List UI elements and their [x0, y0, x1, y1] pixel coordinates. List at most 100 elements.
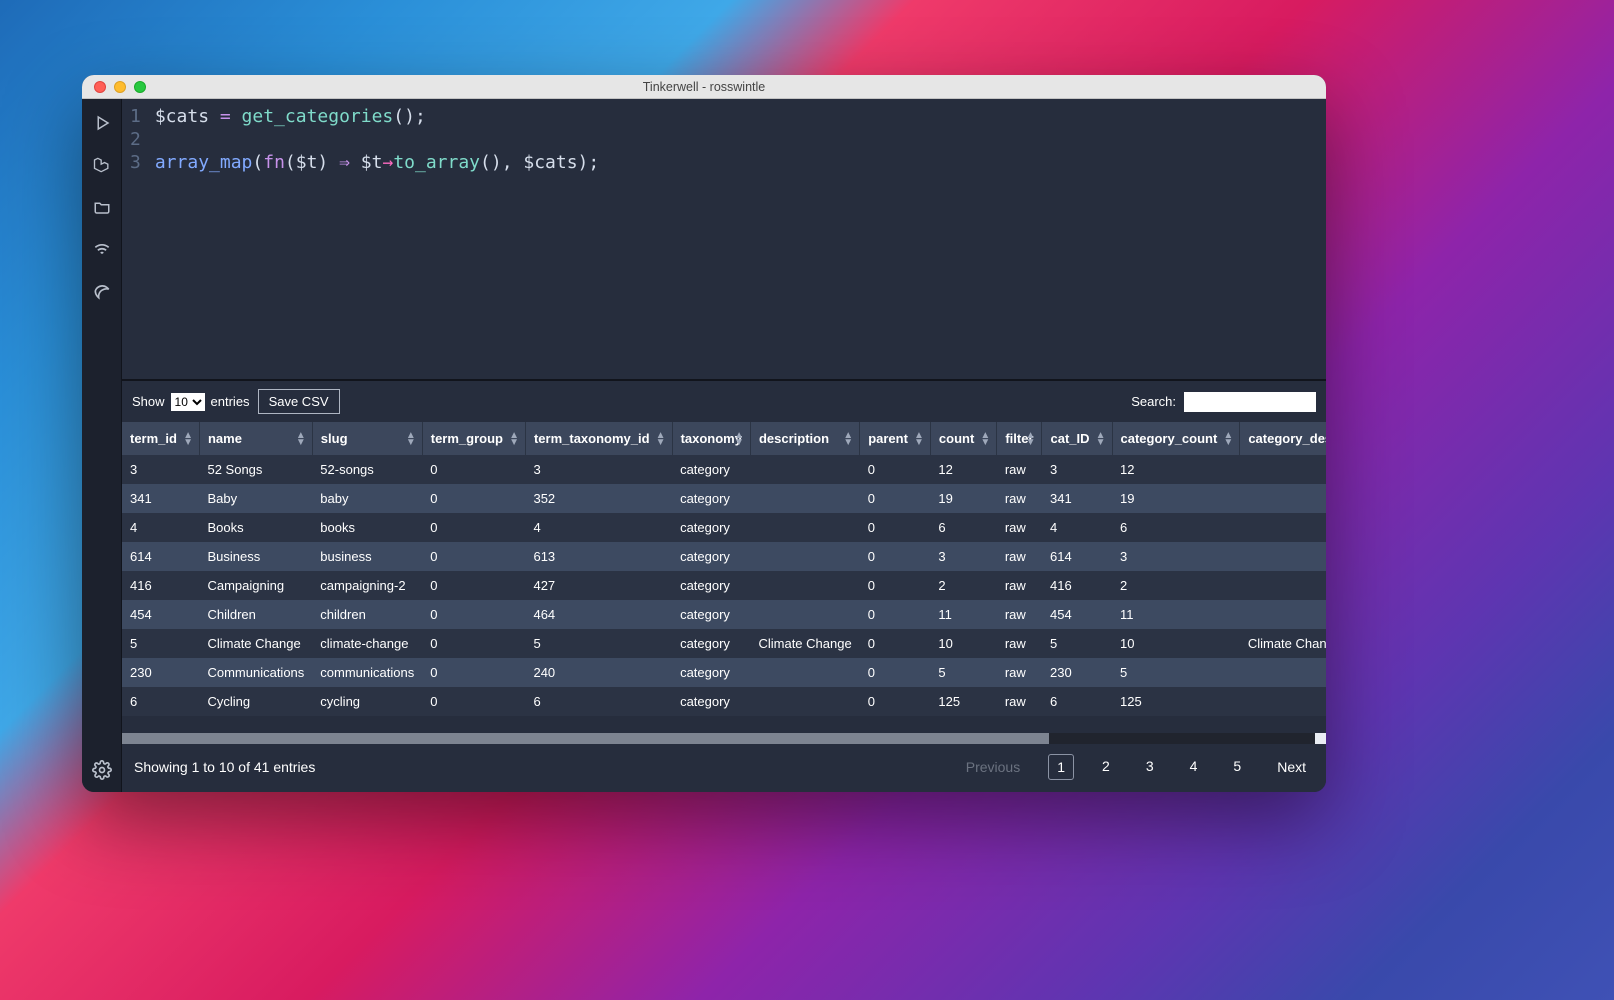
cell-description [750, 687, 859, 716]
cell-parent: 0 [860, 687, 931, 716]
cell-slug: communications [312, 658, 422, 687]
cell-cat_ID: 3 [1042, 455, 1112, 484]
table-row[interactable]: 352 Songs52-songs03category012raw312 [122, 455, 1326, 484]
cell-name: 52 Songs [199, 455, 312, 484]
cell-taxonomy: category [672, 513, 750, 542]
column-header-count[interactable]: count▲▼ [930, 422, 996, 455]
sort-icon: ▲▼ [734, 432, 744, 446]
cell-filter: raw [997, 513, 1042, 542]
cell-term_group: 0 [422, 484, 525, 513]
table-row[interactable]: 614Businessbusiness0613category03raw6143 [122, 542, 1326, 571]
data-table: term_id▲▼name▲▼slug▲▼term_group▲▼term_ta… [122, 422, 1326, 716]
cell-name: Children [199, 600, 312, 629]
settings-icon[interactable] [92, 760, 112, 780]
titlebar: Tinkerwell - rosswintle [82, 75, 1326, 99]
column-header-category_count[interactable]: category_count▲▼ [1112, 422, 1240, 455]
sort-icon: ▲▼ [183, 432, 193, 446]
code-editor[interactable]: 1 2 3 $cats = get_categories(); array_ma… [122, 99, 1326, 379]
sidebar [82, 99, 122, 792]
laravel-icon[interactable] [92, 155, 112, 175]
cell-term_id: 341 [122, 484, 199, 513]
cell-term_group: 0 [422, 513, 525, 542]
cell-description [750, 513, 859, 542]
entries-select[interactable]: 10 [171, 393, 205, 411]
column-header-parent[interactable]: parent▲▼ [860, 422, 931, 455]
table-scroll[interactable]: term_id▲▼name▲▼slug▲▼term_group▲▼term_ta… [122, 422, 1326, 733]
app-window: Tinkerwell - rosswintle [82, 75, 1326, 792]
cell-category_description [1240, 484, 1326, 513]
cell-category_description [1240, 455, 1326, 484]
cell-taxonomy: category [672, 455, 750, 484]
folder-icon[interactable] [92, 197, 112, 217]
cell-category_description [1240, 600, 1326, 629]
table-row[interactable]: 6Cyclingcycling06category0125raw6125 [122, 687, 1326, 716]
column-header-term_id[interactable]: term_id▲▼ [122, 422, 199, 455]
column-header-category_description[interactable]: category_description▲▼ [1240, 422, 1326, 455]
play-icon[interactable] [92, 113, 112, 133]
cell-description [750, 542, 859, 571]
table-row[interactable]: 4Booksbooks04category06raw46 [122, 513, 1326, 542]
column-header-slug[interactable]: slug▲▼ [312, 422, 422, 455]
table-row[interactable]: 341Babybaby0352category019raw34119 [122, 484, 1326, 513]
cell-cat_ID: 6 [1042, 687, 1112, 716]
page-3[interactable]: 3 [1138, 754, 1162, 780]
cell-category_count: 11 [1112, 600, 1240, 629]
sort-icon: ▲▼ [1096, 432, 1106, 446]
cell-filter: raw [997, 687, 1042, 716]
wifi-icon[interactable] [92, 239, 112, 259]
prev-button[interactable]: Previous [958, 755, 1028, 779]
table-row[interactable]: 230Communicationscommunications0240categ… [122, 658, 1326, 687]
table-row[interactable]: 5Climate Changeclimate-change05categoryC… [122, 629, 1326, 658]
page-4[interactable]: 4 [1182, 754, 1206, 780]
cell-term_id: 6 [122, 687, 199, 716]
search-input[interactable] [1184, 392, 1316, 412]
code-content[interactable]: $cats = get_categories(); array_map(fn($… [155, 105, 599, 373]
cell-term_group: 0 [422, 571, 525, 600]
cell-parent: 0 [860, 629, 931, 658]
cell-filter: raw [997, 542, 1042, 571]
cell-cat_ID: 614 [1042, 542, 1112, 571]
cell-taxonomy: category [672, 484, 750, 513]
save-csv-button[interactable]: Save CSV [258, 389, 340, 414]
column-header-term_group[interactable]: term_group▲▼ [422, 422, 525, 455]
column-header-term_taxonomy_id[interactable]: term_taxonomy_id▲▼ [525, 422, 672, 455]
line-number: 3 [130, 151, 141, 174]
results-panel: Show 10 entries Save CSV Search: term_ [122, 379, 1326, 792]
next-button[interactable]: Next [1269, 755, 1314, 779]
cell-parent: 0 [860, 571, 931, 600]
share-icon[interactable] [92, 281, 112, 301]
line-number: 1 [130, 105, 141, 128]
cell-category_description: Climate Change [1240, 629, 1326, 658]
horizontal-scrollbar[interactable] [122, 733, 1326, 744]
sort-icon: ▲▼ [1026, 432, 1036, 446]
cell-cat_ID: 5 [1042, 629, 1112, 658]
cell-filter: raw [997, 658, 1042, 687]
cell-filter: raw [997, 571, 1042, 600]
cell-cat_ID: 341 [1042, 484, 1112, 513]
scrollbar-thumb[interactable] [122, 733, 1049, 744]
column-header-filter[interactable]: filter▲▼ [997, 422, 1042, 455]
cell-term_taxonomy_id: 352 [525, 484, 672, 513]
table-row[interactable]: 454Childrenchildren0464category011raw454… [122, 600, 1326, 629]
cell-name: Business [199, 542, 312, 571]
cell-term_group: 0 [422, 629, 525, 658]
cell-term_group: 0 [422, 455, 525, 484]
page-1[interactable]: 1 [1048, 754, 1074, 780]
column-header-description[interactable]: description▲▼ [750, 422, 859, 455]
cell-name: Campaigning [199, 571, 312, 600]
column-header-cat_ID[interactable]: cat_ID▲▼ [1042, 422, 1112, 455]
page-5[interactable]: 5 [1225, 754, 1249, 780]
cell-name: Baby [199, 484, 312, 513]
cell-slug: business [312, 542, 422, 571]
cell-category_count: 10 [1112, 629, 1240, 658]
cell-term_taxonomy_id: 464 [525, 600, 672, 629]
page-2[interactable]: 2 [1094, 754, 1118, 780]
cell-cat_ID: 230 [1042, 658, 1112, 687]
cell-term_taxonomy_id: 613 [525, 542, 672, 571]
cell-term_taxonomy_id: 6 [525, 687, 672, 716]
cell-parent: 0 [860, 513, 931, 542]
table-row[interactable]: 416Campaigningcampaigning-20427category0… [122, 571, 1326, 600]
cell-taxonomy: category [672, 571, 750, 600]
column-header-name[interactable]: name▲▼ [199, 422, 312, 455]
column-header-taxonomy[interactable]: taxonomy▲▼ [672, 422, 750, 455]
